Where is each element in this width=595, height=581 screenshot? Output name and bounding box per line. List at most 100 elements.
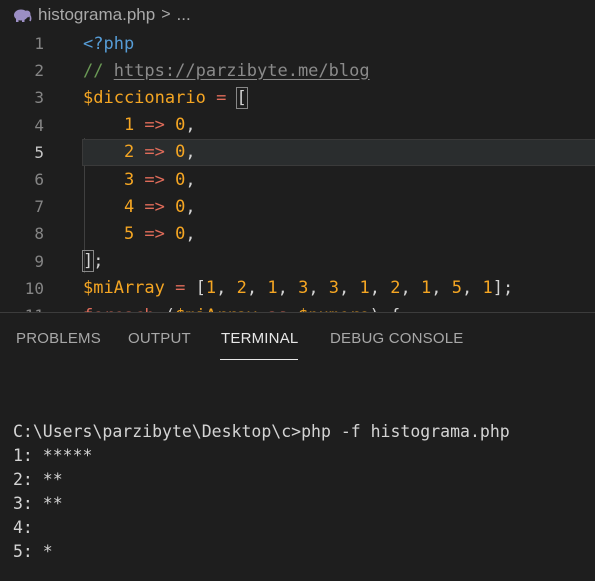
code-text: // https://parzibyte.me/blog: [82, 57, 595, 84]
line-number: 8: [34, 224, 44, 244]
line-number: 7: [34, 197, 44, 217]
code-token: ,: [185, 115, 196, 136]
code-token: ,: [369, 278, 391, 299]
code-token: 0: [175, 142, 186, 163]
active-tab-indicator: [220, 359, 298, 360]
code-text: foreach ($miArray as $numero) {: [82, 302, 595, 313]
line-number: 10: [24, 278, 44, 298]
code-token: =>: [134, 115, 176, 136]
panel-tabs: PROBLEMS OUTPUT TERMINAL DEBUG CONSOLE: [0, 313, 595, 363]
code-token: ,: [339, 278, 360, 299]
breadcrumb-separator: >: [161, 6, 171, 23]
code-token: $miArray: [83, 278, 165, 299]
code-token: <?php: [83, 33, 135, 54]
code-editor[interactable]: 1 <?php 2 // https://parzibyte.me/blog 3 $dic…: [0, 30, 595, 312]
code-text: 2 => 0,: [82, 138, 595, 166]
code-token: ,: [185, 223, 196, 244]
line-number: 1: [34, 34, 44, 53]
code-token: =>: [134, 223, 176, 244]
code-text: $diccionario = [: [82, 84, 595, 111]
code-line[interactable]: 11foreach ($miArray as $numero) {: [0, 302, 595, 313]
code-token: 3: [298, 278, 309, 299]
code-token: =: [205, 87, 237, 108]
code-text: ];: [81, 248, 595, 275]
code-token: 1: [205, 278, 217, 299]
code-text: $miArray = [1, 2, 1, 3, 3, 1, 2, 1, 5, 1…: [82, 275, 595, 302]
code-token: =: [164, 278, 196, 299]
terminal-line: 3: **: [13, 494, 63, 513]
code-text: <?php: [82, 30, 595, 57]
terminal-output[interactable]: C:\Users\parzibyte\Desktop\c>php -f hist…: [13, 420, 588, 564]
code-token: 1: [421, 278, 432, 299]
tab-terminal[interactable]: TERMINAL: [221, 330, 298, 347]
breadcrumb-more[interactable]: ...: [177, 5, 191, 25]
code-token: 2: [236, 278, 247, 299]
code-line[interactable]: 2 // https://parzibyte.me/blog: [0, 57, 595, 84]
terminal-line: 5: *: [13, 542, 53, 561]
code-token: ;: [93, 251, 104, 272]
code-text: 3 => 0,: [82, 166, 595, 193]
code-token: 1: [359, 278, 370, 299]
code-line[interactable]: 7 4 => 0,: [0, 193, 595, 220]
code-token: 5: [451, 278, 462, 299]
code-token: ,: [185, 169, 196, 190]
code-token: [: [195, 278, 206, 299]
code-line[interactable]: 4 1 => 0,: [0, 112, 595, 139]
code-token: https://parzibyte.me/blog: [113, 60, 370, 81]
tab-problems[interactable]: PROBLEMS: [16, 330, 101, 347]
code-text: 5 => 0,: [82, 220, 595, 247]
code-line[interactable]: 8 5 => 0,: [0, 220, 595, 247]
code-token: ,: [277, 278, 299, 299]
code-token: ,: [185, 142, 196, 163]
code-token: ,: [431, 278, 452, 299]
code-token: ,: [308, 278, 329, 299]
code-token: 0: [175, 223, 186, 244]
breadcrumb: histograma.php > ...: [0, 0, 595, 30]
code-line[interactable]: 9];: [0, 248, 595, 275]
code-token: 0: [175, 115, 186, 136]
line-number: 4: [34, 115, 44, 135]
code-token: 3: [83, 169, 135, 190]
code-token: ,: [246, 278, 268, 299]
code-token: ,: [400, 278, 421, 299]
breadcrumb-file[interactable]: histograma.php: [38, 5, 155, 25]
line-number: 5: [34, 142, 44, 162]
code-token: //: [83, 60, 114, 81]
line-number: 3: [34, 88, 44, 108]
code-token: 2: [390, 278, 401, 299]
terminal-line: C:\Users\parzibyte\Desktop\c>php -f hist…: [13, 422, 510, 441]
code-token: 0: [175, 169, 186, 190]
code-token: 2: [83, 142, 135, 163]
code-token: 4: [83, 196, 135, 217]
terminal-line: 4:: [13, 518, 33, 537]
code-token: $diccionario: [83, 87, 206, 108]
code-token: 3: [328, 278, 340, 299]
code-line[interactable]: 3 $diccionario = [: [0, 84, 595, 111]
code-line[interactable]: 6 3 => 0,: [0, 166, 595, 193]
code-line[interactable]: 1 <?php: [0, 30, 595, 57]
line-number: 2: [34, 61, 44, 81]
terminal-line: 2: **: [13, 470, 63, 489]
line-number: 6: [34, 170, 44, 189]
code-token: 1: [267, 278, 278, 299]
code-text: 4 => 0,: [82, 193, 595, 220]
code-token: 1: [83, 115, 135, 136]
code-token: ,: [461, 278, 483, 299]
code-token: [: [235, 86, 248, 109]
code-token: =>: [134, 169, 176, 190]
code-token: 0: [175, 196, 186, 217]
code-token: =>: [134, 196, 176, 217]
code-line[interactable]: 5 2 => 0,: [0, 138, 595, 166]
tab-output[interactable]: OUTPUT: [128, 330, 191, 347]
code-text: 1 => 0,: [82, 112, 595, 139]
code-token: 5: [83, 223, 135, 244]
terminal-line: 1: *****: [13, 446, 93, 465]
line-number: 9: [34, 251, 44, 271]
code-token: =>: [134, 142, 176, 163]
code-token: ,: [185, 196, 196, 217]
tab-debug-console[interactable]: DEBUG CONSOLE: [330, 330, 463, 347]
code-token: ,: [216, 278, 237, 299]
php-elephant-icon: [12, 7, 32, 23]
code-line[interactable]: 10 $miArray = [1, 2, 1, 3, 3, 1, 2, 1, 5,…: [0, 275, 595, 302]
code-token: ]: [81, 250, 95, 273]
